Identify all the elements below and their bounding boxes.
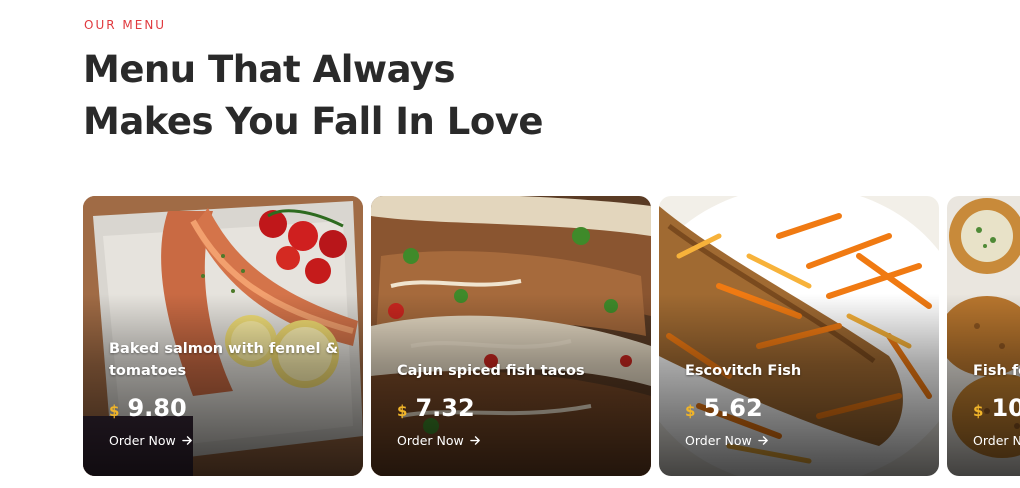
menu-item-price: $ 9.80 bbox=[109, 394, 187, 422]
order-now-link[interactable]: Order Now bbox=[685, 433, 769, 448]
currency-symbol: $ bbox=[397, 402, 408, 420]
menu-item-name: Cajun spiced fish tacos bbox=[397, 363, 585, 379]
menu-heading-line-2: Makes You Fall In Love bbox=[83, 100, 543, 143]
currency-symbol: $ bbox=[685, 402, 696, 420]
order-now-link[interactable]: Order Now bbox=[397, 433, 481, 448]
menu-card[interactable]: Escovitch Fish $ 5.62 Order Now bbox=[659, 196, 939, 476]
order-now-link[interactable]: Order Now bbox=[109, 433, 193, 448]
menu-heading: Menu That Always Makes You Fall In Love bbox=[83, 44, 543, 148]
menu-item-name: Fish fo bbox=[973, 363, 1020, 379]
order-now-label: Order Now bbox=[973, 433, 1020, 448]
menu-carousel[interactable]: Baked salmon with fennel & tomatoes $ 9.… bbox=[83, 196, 1020, 476]
price-value: 7.32 bbox=[415, 394, 475, 422]
arrow-right-icon bbox=[469, 436, 480, 445]
menu-card[interactable]: Fish fo $ 10 Order Now bbox=[947, 196, 1020, 476]
order-now-label: Order Now bbox=[685, 433, 752, 448]
currency-symbol: $ bbox=[109, 402, 120, 420]
menu-item-price: $ 10 bbox=[973, 394, 1020, 422]
menu-card[interactable]: Baked salmon with fennel & tomatoes $ 9.… bbox=[83, 196, 363, 476]
order-now-label: Order Now bbox=[397, 433, 464, 448]
menu-eyebrow: OUR MENU bbox=[84, 18, 167, 32]
currency-symbol: $ bbox=[973, 402, 984, 420]
order-now-link[interactable]: Order Now bbox=[973, 433, 1020, 448]
menu-item-price: $ 7.32 bbox=[397, 394, 475, 422]
menu-heading-line-1: Menu That Always bbox=[83, 48, 456, 91]
price-value: 5.62 bbox=[703, 394, 763, 422]
menu-item-name: Baked salmon with fennel & tomatoes bbox=[109, 341, 339, 379]
arrow-right-icon bbox=[181, 436, 192, 445]
price-value: 9.80 bbox=[127, 394, 187, 422]
menu-item-name: Escovitch Fish bbox=[685, 363, 802, 379]
price-value: 10 bbox=[991, 394, 1020, 422]
order-now-label: Order Now bbox=[109, 433, 176, 448]
menu-card[interactable]: Cajun spiced fish tacos $ 7.32 Order Now bbox=[371, 196, 651, 476]
menu-item-price: $ 5.62 bbox=[685, 394, 763, 422]
arrow-right-icon bbox=[757, 436, 768, 445]
